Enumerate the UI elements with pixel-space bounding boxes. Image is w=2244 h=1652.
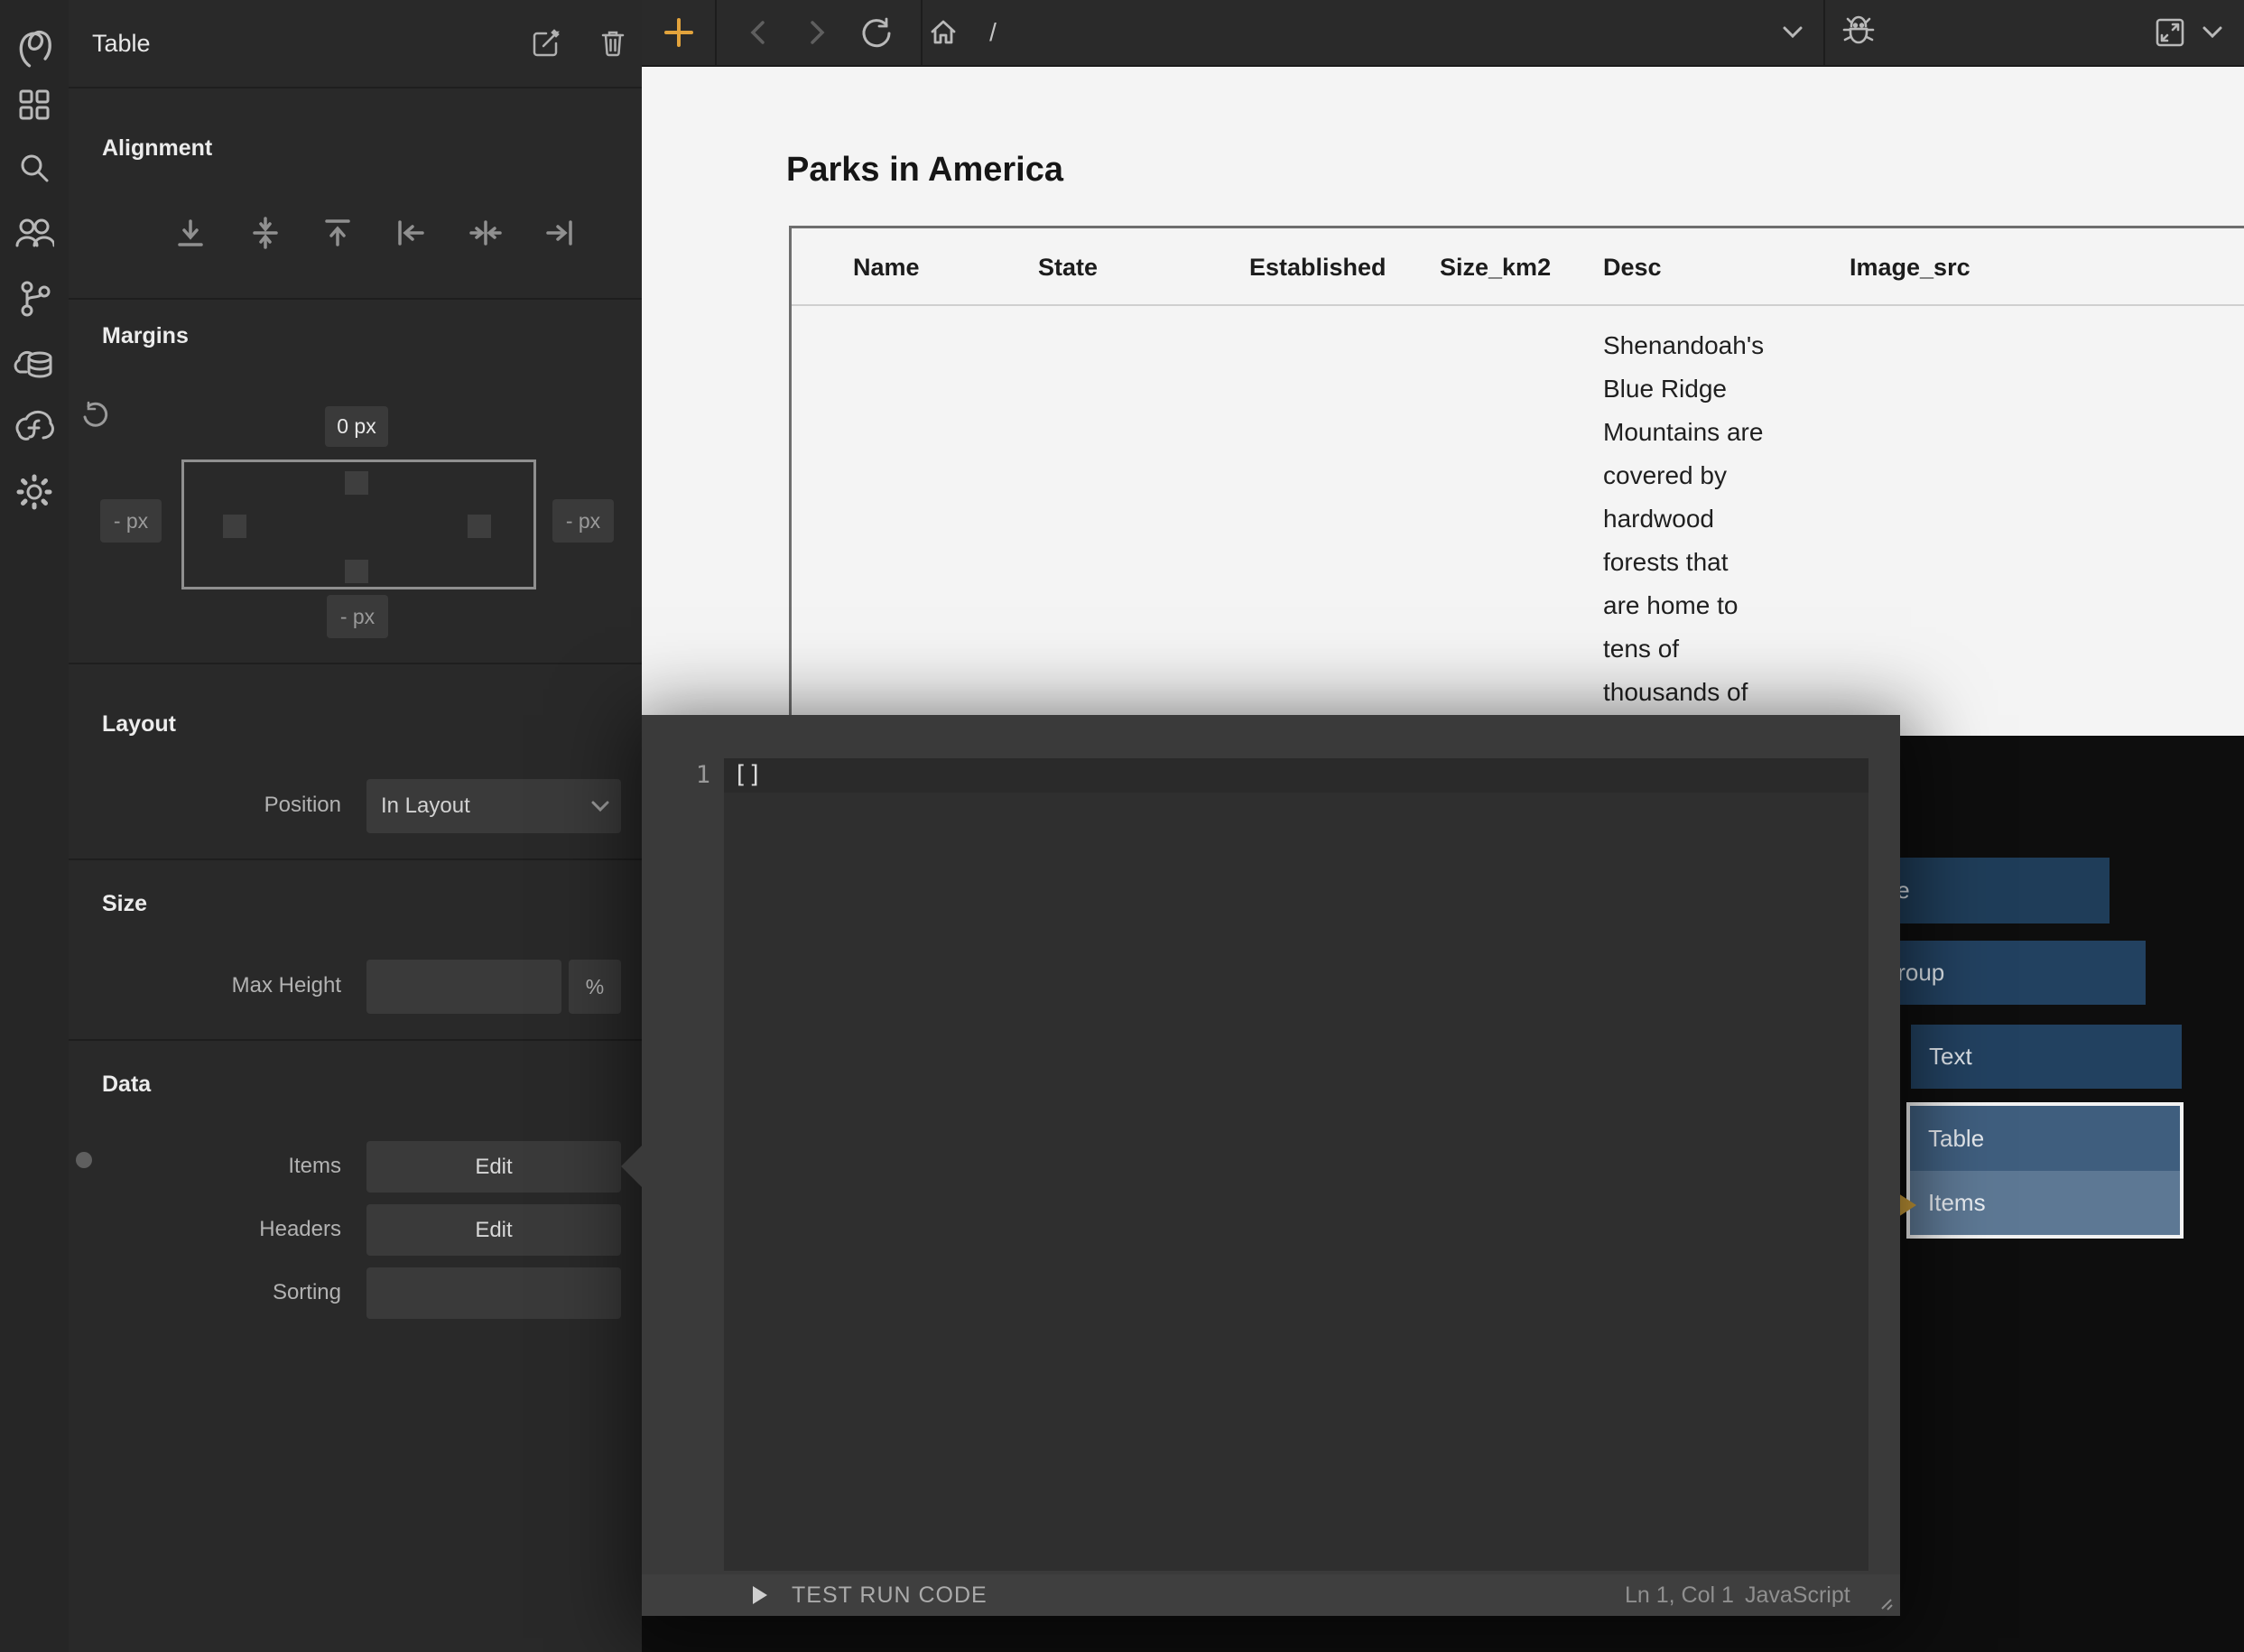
column-header-state[interactable]: State	[1038, 254, 1098, 282]
size-heading: Size	[102, 891, 147, 917]
tree-item-items-row[interactable]: Items	[1910, 1171, 2180, 1235]
git-branch-icon[interactable]	[16, 280, 52, 318]
dashboard-grid-icon[interactable]	[16, 87, 52, 123]
alignment-heading: Alignment	[102, 135, 212, 162]
delete-icon[interactable]	[598, 27, 628, 58]
debug-bug-icon[interactable]	[1841, 14, 1877, 51]
home-icon[interactable]	[928, 17, 959, 48]
position-label: Position	[101, 793, 341, 818]
margin-left-handle[interactable]	[223, 515, 246, 538]
screen-select-chevron-icon[interactable]	[1781, 24, 1804, 41]
code-editor-textarea[interactable]: []	[724, 758, 1868, 1571]
table-cell-desc: Shenandoah's Blue Ridge Mountains are co…	[1603, 324, 1838, 714]
functions-cloud-icon[interactable]	[14, 408, 55, 444]
inspector-title: Table	[92, 0, 151, 87]
max-height-label: Max Height	[101, 973, 341, 998]
rename-icon[interactable]	[531, 27, 561, 58]
tree-item-table-selected[interactable]: Table Items	[1906, 1102, 2184, 1239]
align-bottom-icon[interactable]	[174, 217, 207, 249]
binding-port-dot[interactable]	[76, 1152, 92, 1168]
align-vertical-center-icon[interactable]	[249, 217, 282, 249]
resize-grip-icon[interactable]	[1877, 1594, 1895, 1612]
test-run-code-button[interactable]: TEST RUN CODE	[792, 1574, 988, 1616]
nav-forward-icon[interactable]	[805, 19, 829, 46]
page-title: Parks in America	[786, 151, 1063, 190]
preview-options-chevron-icon[interactable]	[2201, 24, 2224, 41]
position-select[interactable]: In Layout	[366, 779, 621, 833]
items-code-editor-modal: 1 [] TEST RUN CODE Ln 1, Col 1 JavaScrip…	[642, 715, 1900, 1616]
sorting-label: Sorting	[101, 1280, 341, 1305]
component-inspector-panel: Table Alignment	[69, 0, 642, 1652]
search-icon[interactable]	[16, 150, 52, 186]
margin-bottom-handle[interactable]	[345, 560, 368, 583]
refresh-icon[interactable]	[859, 16, 892, 49]
margin-top-handle[interactable]	[345, 471, 368, 495]
column-header-established[interactable]: Established	[1249, 254, 1386, 282]
binding-arrow-icon	[1898, 1193, 1916, 1217]
fullscreen-expand-icon[interactable]	[2154, 16, 2186, 49]
headers-label: Headers	[101, 1217, 341, 1242]
preview-toolbar: /	[642, 0, 2244, 67]
items-label: Items	[101, 1154, 341, 1179]
tree-item-text[interactable]: Text	[1911, 1025, 2182, 1089]
run-play-icon[interactable]	[753, 1586, 767, 1604]
margin-bottom-input[interactable]: - px	[327, 595, 388, 638]
max-height-input[interactable]	[366, 960, 561, 1014]
sorting-input[interactable]	[366, 1267, 621, 1319]
route-path: /	[989, 0, 997, 65]
cursor-position: Ln 1, Col 1	[1625, 1574, 1734, 1616]
nav-back-icon[interactable]	[746, 19, 770, 46]
modal-callout-tail	[621, 1146, 642, 1187]
settings-gear-icon[interactable]	[15, 473, 53, 511]
reset-margins-icon[interactable]	[81, 401, 110, 430]
add-component-button[interactable]	[663, 17, 694, 48]
users-icon[interactable]	[14, 215, 54, 251]
headers-edit-button[interactable]: Edit	[366, 1204, 621, 1256]
margin-right-handle[interactable]	[468, 515, 491, 538]
align-horizontal-center-icon[interactable]	[469, 217, 502, 249]
language-label: JavaScript	[1745, 1574, 1850, 1616]
parks-table[interactable]: Name State Established Size_km2 Desc Ima…	[789, 226, 2244, 738]
column-header-size[interactable]: Size_km2	[1440, 254, 1551, 282]
margin-left-input[interactable]: - px	[100, 499, 162, 543]
line-number: 1	[642, 758, 710, 793]
app-preview-canvas[interactable]: Parks in America Name State Established …	[642, 65, 2244, 736]
align-left-icon[interactable]	[394, 217, 427, 249]
tree-item-group[interactable]: Group	[1861, 941, 2146, 1005]
items-edit-button[interactable]: Edit	[366, 1141, 621, 1193]
column-header-name[interactable]: Name	[853, 254, 920, 282]
editor-status-bar: TEST RUN CODE Ln 1, Col 1 JavaScript	[642, 1574, 1900, 1616]
tree-item-table-row[interactable]: Table	[1910, 1106, 2180, 1171]
logo-icon[interactable]	[14, 25, 54, 70]
chevron-down-icon	[590, 799, 610, 813]
align-right-icon[interactable]	[543, 217, 576, 249]
max-height-unit: %	[569, 960, 621, 1014]
margins-diagram	[181, 459, 536, 589]
margins-heading: Margins	[102, 323, 189, 349]
data-cloud-icon[interactable]	[14, 345, 55, 383]
align-top-icon[interactable]	[321, 217, 354, 249]
column-header-desc[interactable]: Desc	[1603, 254, 1662, 282]
margin-top-input[interactable]: 0 px	[325, 406, 388, 447]
left-nav-rail	[0, 0, 70, 1652]
position-select-value: In Layout	[381, 779, 470, 833]
inspector-header: Table	[69, 0, 642, 88]
margin-right-input[interactable]: - px	[552, 499, 614, 543]
code-line-1[interactable]: []	[724, 758, 1868, 793]
data-heading: Data	[102, 1072, 151, 1098]
layout-heading: Layout	[102, 711, 176, 738]
app-builder-window: Table Alignment	[0, 0, 2244, 1652]
column-header-image[interactable]: Image_src	[1850, 254, 1970, 282]
